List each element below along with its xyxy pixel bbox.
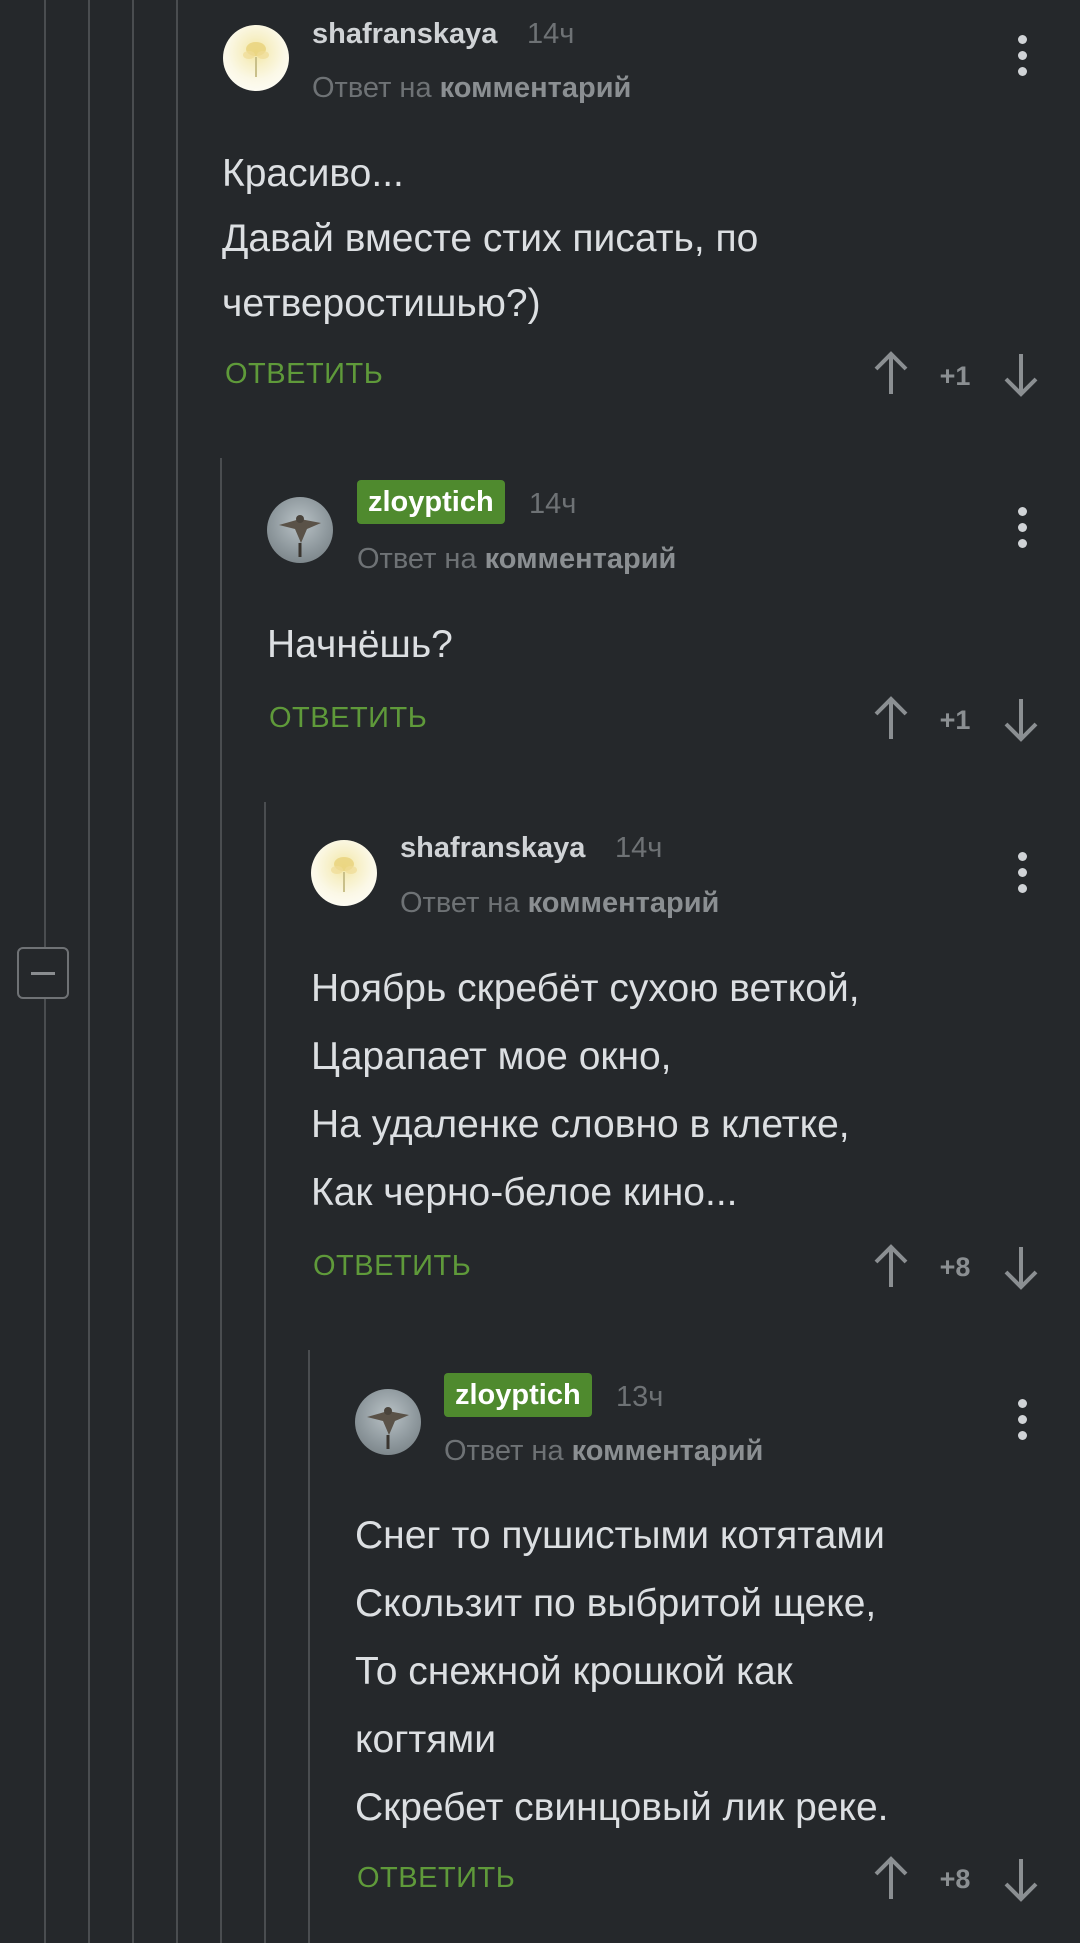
arrow-up-icon[interactable] <box>871 350 911 398</box>
comment-line: Давай вместе стих писать, по <box>222 217 759 260</box>
reply-to-prefix: Ответ на <box>312 72 432 104</box>
reply-to-link[interactable]: комментарий <box>572 1435 764 1467</box>
comment-thread: shafranskaya 14ч Ответ на комментарий Кр… <box>0 0 1080 1943</box>
thread-line <box>176 0 178 455</box>
minus-icon <box>31 972 55 975</box>
reply-to-link[interactable]: комментарий <box>528 887 720 919</box>
arrow-down-icon[interactable] <box>1001 1243 1041 1291</box>
username[interactable]: shafranskaya <box>400 830 585 866</box>
reply-to-link[interactable]: комментарий <box>485 543 677 575</box>
more-vertical-icon[interactable] <box>1007 1397 1037 1443</box>
comment-line: Начнёшь? <box>267 623 453 666</box>
reply-to-prefix: Ответ на <box>400 887 520 919</box>
arrow-down-icon[interactable] <box>1001 1855 1041 1903</box>
reply-to-link[interactable]: комментарий <box>440 72 632 104</box>
arrow-up-icon[interactable] <box>871 695 911 743</box>
bird-avatar-icon <box>279 515 321 557</box>
username-badge[interactable]: zloyptich <box>357 480 505 524</box>
reply-button[interactable]: ОТВЕТИТЬ <box>357 1860 515 1896</box>
comment-body: Красиво... Давай вместе стих писать, по … <box>222 141 758 336</box>
bird-avatar-icon <box>367 1407 409 1449</box>
thread-line <box>220 458 222 1943</box>
comment-line: Красиво... <box>222 152 404 195</box>
avatar[interactable] <box>223 25 289 91</box>
comment-line: Скользит по выбритой щеке, <box>355 1582 877 1625</box>
timestamp: 14ч <box>527 18 575 50</box>
comment-line: Ноябрь скребёт сухою веткой, <box>311 967 860 1010</box>
vote-score: +8 <box>939 1864 971 1894</box>
arrow-up-icon[interactable] <box>871 1855 911 1903</box>
vote-score: +1 <box>939 361 971 391</box>
reply-to-label: Ответ на комментарий <box>357 541 676 577</box>
flower-avatar-icon <box>331 857 357 892</box>
vote-score: +8 <box>939 1252 971 1282</box>
timestamp: 14ч <box>529 488 577 520</box>
comment-line: Снег то пушистыми котятами <box>355 1514 885 1557</box>
comment-line: То снежной крошкой как <box>355 1650 793 1693</box>
thread-line <box>176 455 178 1943</box>
vote-score: +1 <box>939 705 971 735</box>
flower-avatar-icon <box>243 42 269 77</box>
username[interactable]: shafranskaya <box>312 16 497 52</box>
more-vertical-icon[interactable] <box>1007 33 1037 79</box>
reply-button[interactable]: ОТВЕТИТЬ <box>225 356 383 392</box>
avatar[interactable] <box>267 497 333 563</box>
comment-body: Начнёшь? <box>267 612 453 677</box>
reply-to-prefix: Ответ на <box>357 543 477 575</box>
comment-line: Царапает мое окно, <box>311 1035 672 1078</box>
timestamp: 14ч <box>615 832 663 864</box>
comment-body: Снег то пушистыми котятами Скользит по в… <box>355 1502 889 1842</box>
reply-to-label: Ответ на комментарий <box>312 70 631 106</box>
comment-line: когтями <box>355 1718 496 1761</box>
reply-to-prefix: Ответ на <box>444 1435 564 1467</box>
reply-button[interactable]: ОТВЕТИТЬ <box>313 1248 471 1284</box>
avatar[interactable] <box>355 1389 421 1455</box>
reply-to-label: Ответ на комментарий <box>400 885 719 921</box>
comment-line: Как черно-белое кино... <box>311 1171 738 1214</box>
arrow-down-icon[interactable] <box>1001 350 1041 398</box>
collapse-thread-button[interactable] <box>17 947 69 999</box>
thread-line <box>132 0 134 1943</box>
username-badge[interactable]: zloyptich <box>444 1373 592 1417</box>
arrow-down-icon[interactable] <box>1001 695 1041 743</box>
thread-line <box>264 802 266 1943</box>
thread-line <box>44 999 46 1943</box>
reply-button[interactable]: ОТВЕТИТЬ <box>269 700 427 736</box>
more-vertical-icon[interactable] <box>1007 850 1037 896</box>
reply-to-label: Ответ на комментарий <box>444 1433 763 1469</box>
arrow-up-icon[interactable] <box>871 1243 911 1291</box>
comment-line: Скребет свинцовый лик реке. <box>355 1786 889 1829</box>
comment-line: На удаленке словно в клетке, <box>311 1103 850 1146</box>
avatar[interactable] <box>311 840 377 906</box>
comment-body: Ноябрь скребёт сухою веткой, Царапает мо… <box>311 955 860 1227</box>
timestamp: 13ч <box>616 1381 664 1413</box>
comment-line: четверостишью?) <box>222 282 541 325</box>
thread-line <box>88 0 90 1943</box>
more-vertical-icon[interactable] <box>1007 505 1037 551</box>
thread-line <box>308 1350 310 1943</box>
thread-line <box>44 0 46 947</box>
